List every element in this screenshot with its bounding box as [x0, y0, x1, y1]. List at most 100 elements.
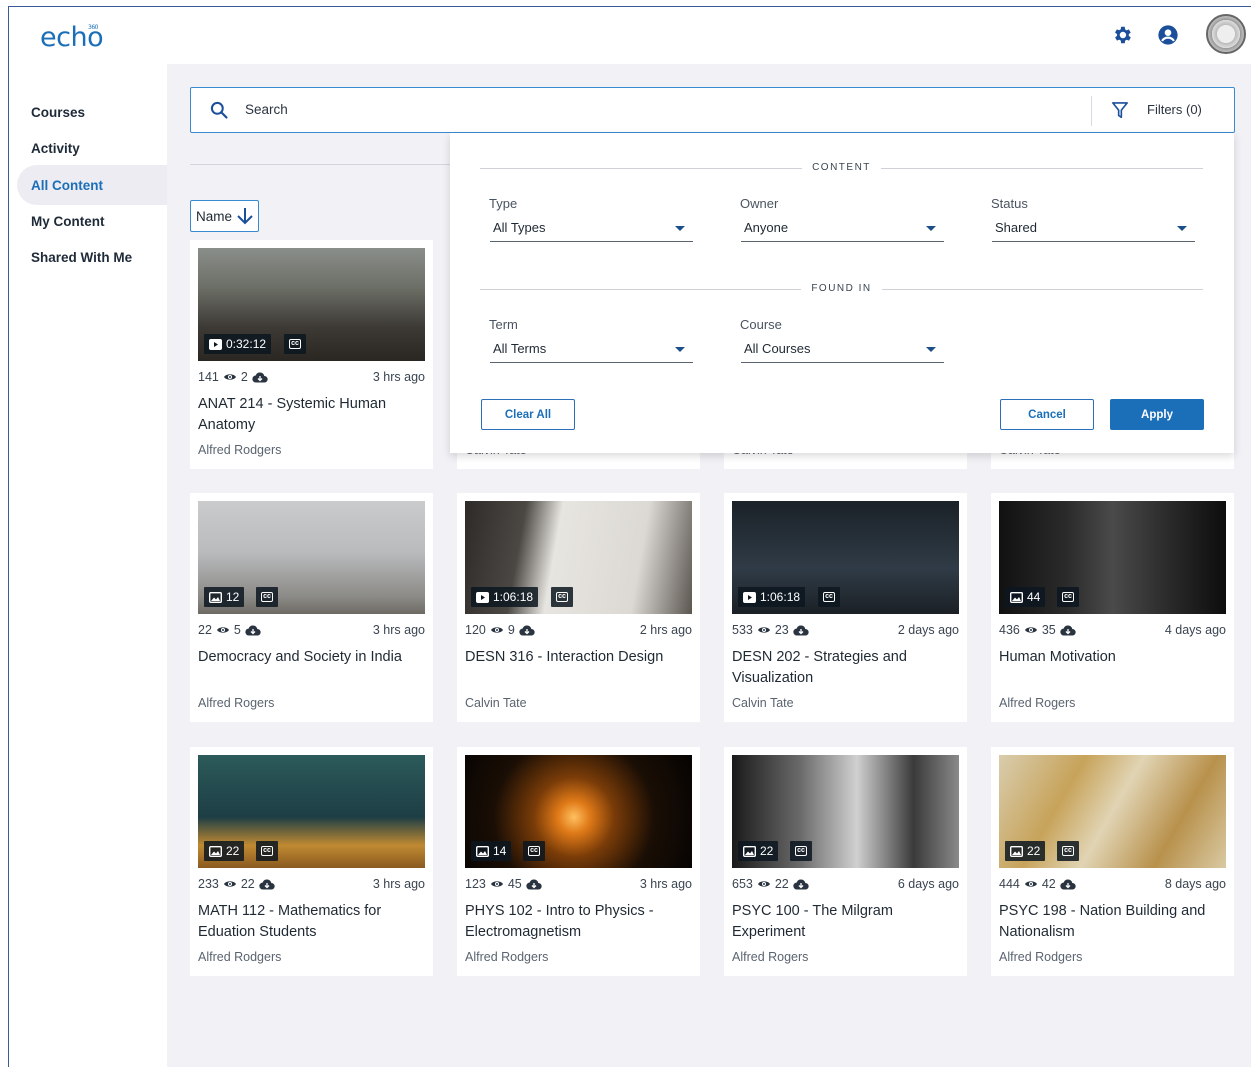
course-dropdown[interactable]: All Courses	[741, 341, 944, 363]
eye-icon	[757, 881, 770, 887]
eye-icon	[1024, 881, 1037, 887]
content-thumbnail[interactable]: 12 cc	[198, 501, 425, 614]
card-stats: 123 45	[465, 877, 542, 891]
content-thumbnail[interactable]: 1:06:18 cc	[732, 501, 959, 614]
owner-dropdown[interactable]: Anyone	[741, 220, 944, 242]
cancel-button[interactable]: Cancel	[1000, 399, 1094, 430]
slide-count-badge: 22	[204, 841, 245, 861]
closed-captions-icon: cc	[551, 587, 573, 607]
view-count: 22	[198, 623, 212, 637]
content-thumbnail[interactable]: 44 cc	[999, 501, 1226, 614]
content-card[interactable]: 14 cc 123 45 3 hrs ago PHYS 102 - Intro to Ph…	[457, 747, 700, 976]
view-count: 120	[465, 623, 486, 637]
institution-seal[interactable]	[1206, 14, 1246, 54]
content-card[interactable]: 22 cc 653 22 6 days ago PSYC 100 - The Milgra…	[724, 747, 967, 976]
card-owner: Alfred Rodgers	[999, 950, 1083, 964]
content-card[interactable]: 0:32:12 cc 141 2 3 hrs ago ANAT 214 - Systemi…	[190, 240, 433, 469]
card-stats: 233 22	[198, 877, 275, 891]
content-thumbnail[interactable]: 22 cc	[198, 755, 425, 868]
view-count: 123	[465, 877, 486, 891]
content-thumbnail[interactable]: 14 cc	[465, 755, 692, 868]
term-dropdown[interactable]: All Terms	[490, 341, 693, 363]
sort-button[interactable]: Name	[190, 200, 259, 232]
filters-panel: CONTENT Type All Types Owner Anyone Stat…	[450, 133, 1234, 453]
card-timestamp: 4 days ago	[1164, 623, 1226, 637]
content-thumbnail[interactable]: 22 cc	[999, 755, 1226, 868]
sidebar-item-all-content[interactable]: All Content	[17, 165, 167, 205]
status-dropdown[interactable]: Shared	[992, 220, 1195, 242]
content-card[interactable]: 1:06:18 cc 120 9 2 hrs ago DESN 316 - Interac…	[457, 493, 700, 722]
type-label: Type	[489, 196, 518, 211]
cloud-download-icon	[793, 625, 809, 636]
download-count: 42	[1041, 877, 1056, 891]
view-count: 533	[732, 623, 753, 637]
content-card[interactable]: 1:06:18 cc 533 23 2 days ago DESN 202 - Strat…	[724, 493, 967, 722]
slides-icon	[209, 591, 222, 603]
download-count: 23	[774, 623, 789, 637]
divider	[190, 164, 452, 165]
gear-icon[interactable]	[1111, 24, 1133, 46]
content-card[interactable]: 12 cc 22 5 3 hrs ago Democracy and Society in…	[190, 493, 433, 722]
apply-button[interactable]: Apply	[1110, 399, 1204, 430]
slide-count-badge: 22	[738, 841, 779, 861]
play-icon	[209, 338, 222, 350]
found-in-section-heading: FOUND IN	[480, 282, 1203, 296]
clear-all-button[interactable]: Clear All	[481, 399, 575, 430]
closed-captions-icon: cc	[1057, 841, 1079, 861]
slides-icon	[1010, 845, 1023, 857]
content-card[interactable]: 22 cc 233 22 3 hrs ago MATH 112 - Mathematics…	[190, 747, 433, 976]
sidebar-item-shared-with-me[interactable]: Shared With Me	[17, 237, 167, 277]
card-title[interactable]: DESN 202 - Strategies and Visualization	[732, 647, 962, 688]
eye-icon	[757, 627, 770, 633]
view-count: 141	[198, 370, 219, 384]
status-label: Status	[991, 196, 1028, 211]
download-count: 9	[507, 623, 515, 637]
filter-icon[interactable]	[1111, 101, 1129, 121]
chevron-down-icon	[675, 226, 685, 231]
filters-button[interactable]: Filters (0)	[1147, 102, 1202, 117]
type-dropdown[interactable]: All Types	[490, 220, 693, 242]
card-owner: Calvin Tate	[732, 696, 794, 710]
cloud-download-icon	[1060, 879, 1076, 890]
slide-count-badge: 12	[204, 587, 245, 607]
card-timestamp: 2 hrs ago	[639, 623, 692, 637]
content-thumbnail[interactable]: 1:06:18 cc	[465, 501, 692, 614]
closed-captions-icon: cc	[790, 841, 812, 861]
term-label: Term	[489, 317, 518, 332]
card-timestamp: 3 hrs ago	[372, 370, 425, 384]
chevron-down-icon	[675, 347, 685, 352]
logo-mark: 360	[88, 24, 98, 31]
card-title[interactable]: ANAT 214 - Systemic Human Anatomy	[198, 394, 428, 435]
card-timestamp: 3 hrs ago	[372, 877, 425, 891]
echo-logo[interactable]: echo 360	[40, 22, 104, 53]
eye-icon	[216, 627, 229, 633]
eye-icon	[223, 374, 236, 380]
closed-captions-icon: cc	[523, 841, 545, 861]
sidebar-item-activity[interactable]: Activity	[17, 128, 167, 168]
download-count: 45	[507, 877, 522, 891]
card-title[interactable]: DESN 316 - Interaction Design	[465, 647, 695, 668]
card-title[interactable]: Democracy and Society in India	[198, 647, 428, 668]
card-title[interactable]: Human Motivation	[999, 647, 1229, 668]
card-title[interactable]: PSYC 198 - Nation Building and Nationali…	[999, 901, 1229, 942]
card-title[interactable]: PSYC 100 - The Milgram Experiment	[732, 901, 962, 942]
card-title[interactable]: MATH 112 - Mathematics for Eduation Stud…	[198, 901, 428, 942]
closed-captions-icon: cc	[1057, 587, 1079, 607]
slides-icon	[743, 845, 756, 857]
content-card[interactable]: 22 cc 444 42 8 days ago PSYC 198 - Nation Bui…	[991, 747, 1234, 976]
user-icon[interactable]	[1157, 24, 1179, 46]
card-stats: 533 23	[732, 623, 809, 637]
eye-icon	[490, 627, 503, 633]
search-bar[interactable]: Search Filters (0)	[190, 87, 1235, 133]
card-title[interactable]: PHYS 102 - Intro to Physics - Electromag…	[465, 901, 695, 942]
card-stats: 120 9	[465, 623, 535, 637]
card-timestamp: 3 hrs ago	[372, 623, 425, 637]
search-input[interactable]: Search	[245, 102, 288, 117]
cloud-download-icon	[793, 879, 809, 890]
content-thumbnail[interactable]: 22 cc	[732, 755, 959, 868]
sidebar-item-courses[interactable]: Courses	[17, 92, 167, 132]
slides-icon	[1010, 591, 1023, 603]
sidebar-item-my-content[interactable]: My Content	[17, 201, 167, 241]
content-card[interactable]: 44 cc 436 35 4 days ago Human Motivation Alfre…	[991, 493, 1234, 722]
content-thumbnail[interactable]: 0:32:12 cc	[198, 248, 425, 361]
